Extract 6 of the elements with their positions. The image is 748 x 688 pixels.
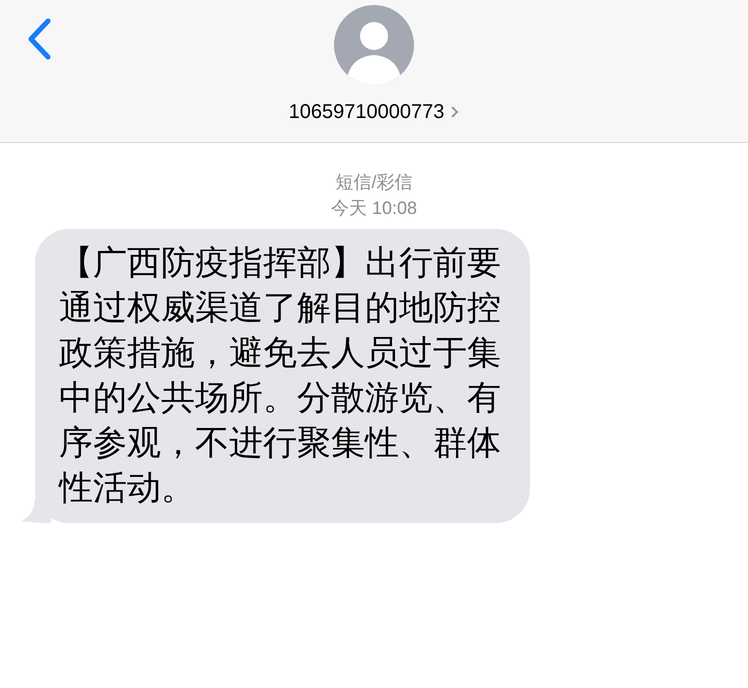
service-label: 短信/彩信 (335, 171, 412, 194)
back-chevron-icon (27, 18, 51, 60)
message-text: 【广西防疫指挥部】出行前要通过权威渠道了解目的地防控政策措施，避免去人员过于集中的公共场所。分散游览、有序参观，不进行聚集性、群体性活动。 (59, 243, 501, 509)
timestamp: 今天 10:08 (330, 197, 418, 220)
contact-name[interactable]: 10659710000773 (288, 97, 460, 127)
chevron-right-icon (450, 105, 460, 119)
